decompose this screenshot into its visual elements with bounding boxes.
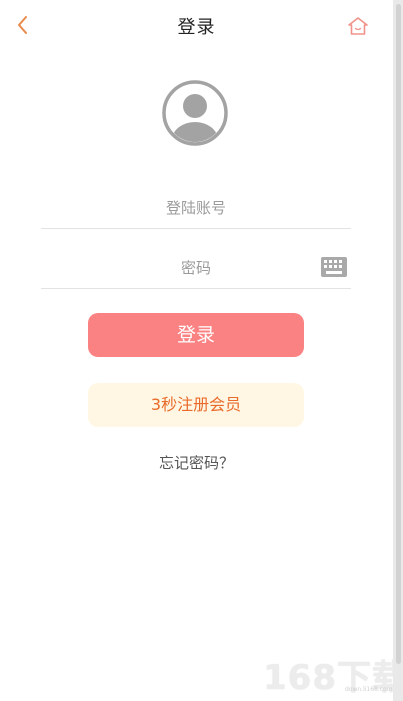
- login-button[interactable]: 登录: [88, 313, 304, 357]
- watermark-logo: 168下载 down.li168.com: [255, 648, 403, 698]
- header-bar: 登录: [0, 0, 393, 52]
- account-field: [41, 188, 351, 229]
- password-input[interactable]: [41, 248, 351, 288]
- login-page: 登录 登陆账号 登录 3秒注册会员 忘记密码？ 168下载 down.li168…: [0, 0, 403, 701]
- password-field: [41, 248, 351, 289]
- watermark-url: down.li168.com: [345, 686, 393, 693]
- register-button[interactable]: 3秒注册会员: [88, 383, 304, 427]
- user-avatar: [162, 80, 228, 146]
- account-input[interactable]: [41, 188, 351, 228]
- user-avatar-icon: [162, 80, 228, 146]
- home-button[interactable]: [346, 14, 370, 38]
- page-title: 登录: [177, 17, 216, 38]
- forgot-password-link[interactable]: 忘记密码？: [0, 452, 393, 473]
- scrollbar-thumb[interactable]: [396, 4, 401, 664]
- keyboard-toggle[interactable]: [321, 257, 347, 277]
- home-icon: [348, 17, 368, 35]
- keyboard-icon: [321, 257, 347, 277]
- scrollbar[interactable]: [393, 0, 403, 701]
